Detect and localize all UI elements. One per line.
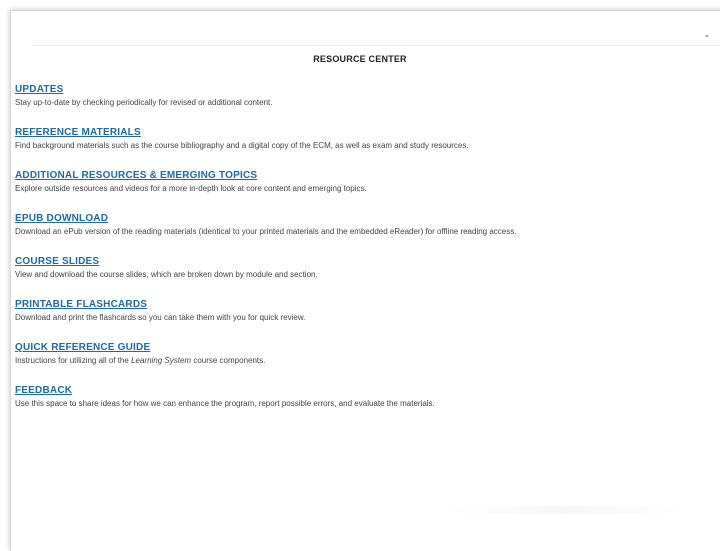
page-title: RESOURCE CENTER bbox=[313, 54, 407, 64]
printable-flashcards-description: Download and print the flashcards so you… bbox=[15, 313, 306, 322]
course-slides-link[interactable]: COURSE SLIDES bbox=[15, 256, 705, 268]
reference-materials-description: Find background materials such as the co… bbox=[15, 141, 469, 150]
quick-reference-guide-description: Instructions for utilizing all of the Le… bbox=[15, 355, 705, 366]
resource-item-printable-flashcards: PRINTABLE FLASHCARDS Download and print … bbox=[15, 299, 705, 342]
learning-system-emphasis: Learning System bbox=[131, 356, 192, 365]
resource-item-updates: UPDATES Stay up-to-date by checking peri… bbox=[15, 84, 705, 127]
header-divider bbox=[33, 45, 720, 46]
updates-link[interactable]: UPDATES bbox=[15, 84, 705, 96]
resource-item-epub-download: EPUB DOWNLOAD Download an ePub version o… bbox=[15, 213, 705, 256]
description-prefix: Instructions for utilizing all of the bbox=[15, 356, 132, 365]
reference-materials-link[interactable]: REFERENCE MATERIALS bbox=[15, 127, 705, 139]
updates-description: Stay up-to-date by checking periodically… bbox=[15, 98, 273, 107]
resource-item-course-slides: COURSE SLIDES View and download the cour… bbox=[15, 256, 705, 299]
feedback-description: Use this space to share ideas for how we… bbox=[15, 399, 435, 408]
description-suffix: course components. bbox=[191, 356, 266, 365]
epub-download-description: Download an ePub version of the reading … bbox=[15, 227, 517, 236]
additional-resources-description: Explore outside resources and videos for… bbox=[15, 184, 367, 193]
additional-resources-link[interactable]: ADDITIONAL RESOURCES & EMERGING TOPICS bbox=[15, 170, 705, 182]
bottom-shadow bbox=[440, 506, 690, 514]
resource-item-feedback: FEEDBACK Use this space to share ideas f… bbox=[15, 385, 705, 428]
resource-item-quick-reference-guide: QUICK REFERENCE GUIDE Instructions for u… bbox=[15, 342, 705, 385]
resource-item-additional-resources: ADDITIONAL RESOURCES & EMERGING TOPICS E… bbox=[15, 170, 705, 213]
quick-reference-guide-link[interactable]: QUICK REFERENCE GUIDE bbox=[15, 342, 705, 354]
resource-list: UPDATES Stay up-to-date by checking peri… bbox=[15, 84, 705, 428]
corner-mark: - bbox=[705, 30, 709, 42]
printable-flashcards-link[interactable]: PRINTABLE FLASHCARDS bbox=[15, 299, 705, 311]
course-slides-description: View and download the course slides, whi… bbox=[15, 270, 318, 279]
feedback-link[interactable]: FEEDBACK bbox=[15, 385, 705, 397]
resource-item-reference-materials: REFERENCE MATERIALS Find background mate… bbox=[15, 127, 705, 170]
epub-download-link[interactable]: EPUB DOWNLOAD bbox=[15, 213, 705, 225]
